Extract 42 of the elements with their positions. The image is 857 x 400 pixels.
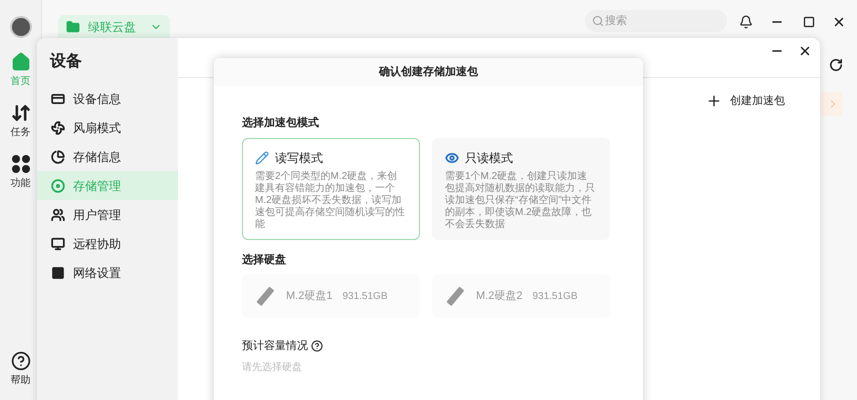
help-button[interactable]: 帮助 bbox=[10, 351, 30, 388]
search-icon bbox=[592, 15, 604, 27]
avatar[interactable] bbox=[10, 16, 32, 38]
mode-description: 需要2个同类型的M.2硬盘，来创建具有容错能力的加速包，一个M.2硬盘损坏不丢失数据，读写加速包可提高存储空间随机读写的性能 bbox=[255, 170, 406, 230]
users-icon bbox=[51, 208, 65, 222]
settings-title: 设备 bbox=[48, 52, 83, 72]
folder-icon bbox=[66, 20, 80, 34]
eye-icon bbox=[445, 150, 459, 164]
home-icon bbox=[10, 52, 30, 72]
monitor-icon bbox=[51, 236, 65, 250]
settings-menu-item[interactable]: 用户管理 bbox=[37, 200, 178, 229]
bell-icon[interactable] bbox=[739, 15, 753, 29]
settings-menu-item[interactable]: 风扇模式 bbox=[37, 113, 178, 142]
mode-description: 需要1个M.2硬盘，创建只读加速包提高对随机数据的读取能力，只读加速包只保存“存储空间”中文件的副本，即使该M.2硬盘故障，也不会丢失数据 bbox=[445, 170, 596, 230]
card-icon bbox=[51, 92, 65, 106]
section-heading: 选择硬盘 bbox=[242, 252, 287, 268]
settings-menu-item[interactable]: 网络设置 bbox=[37, 258, 178, 287]
help-icon bbox=[10, 351, 30, 371]
mode-card[interactable]: 只读模式 需要1个M.2硬盘，创建只读加速包提高对随机数据的读取能力，只读加速包只保存“存储空间”中文件的副本，即使该M.2硬盘故障，也不会丢失数据 bbox=[432, 138, 610, 240]
transfer-icon bbox=[10, 103, 30, 123]
dialog-title: 确认创建存储加速包 bbox=[379, 64, 478, 80]
apps-icon bbox=[10, 154, 30, 174]
help-icon[interactable] bbox=[311, 340, 323, 352]
mode-card[interactable]: 读写模式 需要2个同类型的M.2硬盘，来创建具有容错能力的加速包，一个M.2硬盘损坏不丢失数据，读写加速包可提高存储空间随机读写的性能 bbox=[242, 138, 420, 240]
close-icon[interactable] bbox=[798, 44, 812, 58]
section-heading: 预计容量情况 bbox=[242, 338, 308, 354]
settings-menu-item[interactable]: 设备信息 bbox=[37, 84, 178, 113]
pencil-icon bbox=[255, 150, 269, 164]
fan-icon bbox=[51, 120, 65, 134]
settings-menu-item[interactable]: 存储信息 bbox=[37, 142, 178, 171]
disc-icon bbox=[51, 178, 65, 192]
settings-menu-item[interactable]: 远程协助 bbox=[37, 229, 178, 258]
search-field[interactable]: 搜索 bbox=[585, 10, 727, 32]
hint-text: 请先选择硬盘 bbox=[242, 360, 303, 374]
maximize-icon[interactable] bbox=[803, 16, 815, 28]
close-icon[interactable] bbox=[832, 15, 846, 29]
pie-chart-icon bbox=[51, 150, 65, 164]
create-button[interactable]: 创建加速包 bbox=[706, 93, 785, 110]
rail-tab[interactable]: 任务 bbox=[10, 103, 30, 140]
section-heading: 选择加速包模式 bbox=[242, 116, 320, 131]
rail-tab[interactable]: 功能 bbox=[10, 154, 30, 191]
refresh-icon[interactable] bbox=[829, 58, 843, 72]
